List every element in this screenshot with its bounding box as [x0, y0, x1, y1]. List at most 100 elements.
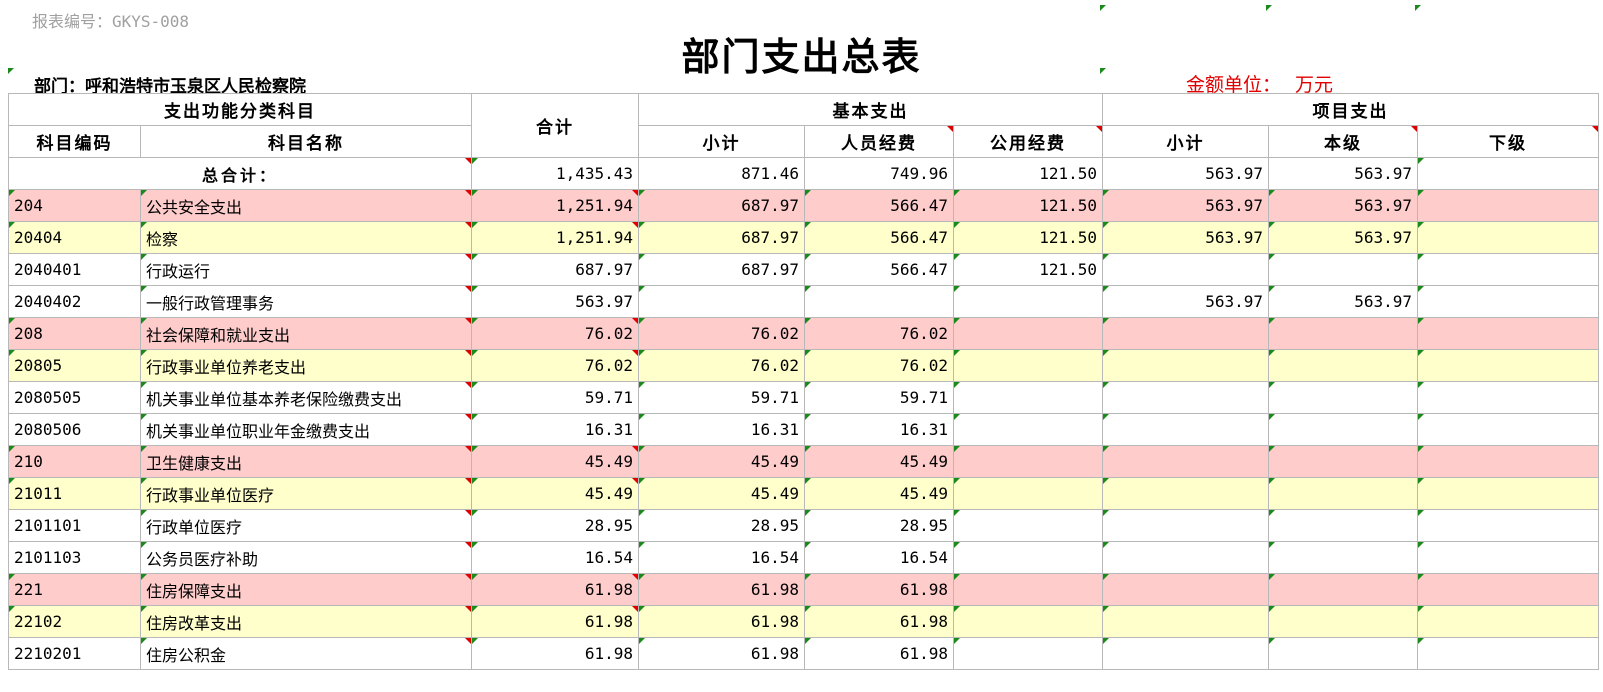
cell-basic-subtotal[interactable]: 687.97 — [638, 221, 805, 254]
cell-public[interactable]: 121.50 — [953, 253, 1103, 286]
cell-public[interactable] — [953, 445, 1103, 478]
total-cell-lower-level[interactable] — [1417, 157, 1599, 190]
cell-basic-subtotal[interactable]: 687.97 — [638, 253, 805, 286]
cell-same-level[interactable]: 563.97 — [1268, 189, 1418, 222]
cell-project-subtotal[interactable] — [1102, 541, 1269, 574]
cell-code[interactable]: 20404 — [8, 221, 141, 254]
cell-public[interactable] — [953, 285, 1103, 318]
cell-basic-subtotal[interactable]: 76.02 — [638, 317, 805, 350]
cell-lower-level[interactable] — [1417, 637, 1599, 670]
cell-project-subtotal[interactable] — [1102, 349, 1269, 382]
cell-same-level[interactable]: 563.97 — [1268, 285, 1418, 318]
cell-total[interactable]: 61.98 — [471, 573, 639, 606]
cell-lower-level[interactable] — [1417, 381, 1599, 414]
cell-public[interactable] — [953, 605, 1103, 638]
cell-personnel[interactable]: 61.98 — [804, 605, 954, 638]
cell-basic-subtotal[interactable]: 45.49 — [638, 477, 805, 510]
cell-name[interactable]: 行政事业单位养老支出 — [140, 349, 472, 382]
cell-public[interactable] — [953, 381, 1103, 414]
total-label[interactable]: 总合计： — [8, 157, 472, 190]
cell-name[interactable]: 卫生健康支出 — [140, 445, 472, 478]
cell-basic-subtotal[interactable]: 28.95 — [638, 509, 805, 542]
cell-project-subtotal[interactable] — [1102, 253, 1269, 286]
cell-basic-subtotal[interactable]: 16.31 — [638, 413, 805, 446]
cell-same-level[interactable] — [1268, 605, 1418, 638]
cell-code[interactable]: 208 — [8, 317, 141, 350]
cell-name[interactable]: 住房保障支出 — [140, 573, 472, 606]
cell-lower-level[interactable] — [1417, 253, 1599, 286]
cell-name[interactable]: 住房公积金 — [140, 637, 472, 670]
cell-public[interactable] — [953, 573, 1103, 606]
cell-public[interactable] — [953, 477, 1103, 510]
cell-personnel[interactable]: 16.31 — [804, 413, 954, 446]
cell-total[interactable]: 28.95 — [471, 509, 639, 542]
cell-total[interactable]: 563.97 — [471, 285, 639, 318]
cell-personnel[interactable]: 566.47 — [804, 221, 954, 254]
cell-total[interactable]: 76.02 — [471, 317, 639, 350]
cell-project-subtotal[interactable] — [1102, 445, 1269, 478]
cell-public[interactable] — [953, 349, 1103, 382]
cell-name[interactable]: 行政事业单位医疗 — [140, 477, 472, 510]
cell-total[interactable]: 59.71 — [471, 381, 639, 414]
cell-name[interactable]: 公共安全支出 — [140, 189, 472, 222]
cell-total[interactable]: 61.98 — [471, 637, 639, 670]
cell-basic-subtotal[interactable]: 59.71 — [638, 381, 805, 414]
cell-name[interactable]: 一般行政管理事务 — [140, 285, 472, 318]
cell-same-level[interactable] — [1268, 573, 1418, 606]
cell-same-level[interactable] — [1268, 253, 1418, 286]
cell-name[interactable]: 机关事业单位基本养老保险缴费支出 — [140, 381, 472, 414]
cell-lower-level[interactable] — [1417, 317, 1599, 350]
cell-public[interactable] — [953, 541, 1103, 574]
cell-lower-level[interactable] — [1417, 445, 1599, 478]
cell-lower-level[interactable] — [1417, 221, 1599, 254]
total-cell-project-subtotal[interactable]: 563.97 — [1102, 157, 1269, 190]
total-cell-same-level[interactable]: 563.97 — [1268, 157, 1418, 190]
cell-personnel[interactable]: 59.71 — [804, 381, 954, 414]
cell-personnel[interactable]: 45.49 — [804, 445, 954, 478]
cell-code[interactable]: 2101103 — [8, 541, 141, 574]
cell-code[interactable]: 210 — [8, 445, 141, 478]
cell-same-level[interactable] — [1268, 477, 1418, 510]
cell-public[interactable]: 121.50 — [953, 221, 1103, 254]
cell-public[interactable] — [953, 413, 1103, 446]
cell-total[interactable]: 45.49 — [471, 445, 639, 478]
total-cell-public[interactable]: 121.50 — [953, 157, 1103, 190]
cell-basic-subtotal[interactable]: 687.97 — [638, 189, 805, 222]
total-cell-basic-subtotal[interactable]: 871.46 — [638, 157, 805, 190]
cell-personnel[interactable]: 76.02 — [804, 349, 954, 382]
cell-same-level[interactable] — [1268, 349, 1418, 382]
cell-public[interactable]: 121.50 — [953, 189, 1103, 222]
cell-code[interactable]: 2040401 — [8, 253, 141, 286]
cell-basic-subtotal[interactable]: 16.54 — [638, 541, 805, 574]
cell-same-level[interactable] — [1268, 381, 1418, 414]
cell-project-subtotal[interactable] — [1102, 381, 1269, 414]
cell-project-subtotal[interactable] — [1102, 477, 1269, 510]
cell-total[interactable]: 61.98 — [471, 605, 639, 638]
cell-name[interactable]: 社会保障和就业支出 — [140, 317, 472, 350]
cell-lower-level[interactable] — [1417, 477, 1599, 510]
cell-personnel[interactable]: 566.47 — [804, 253, 954, 286]
cell-code[interactable]: 2040402 — [8, 285, 141, 318]
cell-code[interactable]: 21011 — [8, 477, 141, 510]
cell-project-subtotal[interactable] — [1102, 509, 1269, 542]
cell-code[interactable]: 204 — [8, 189, 141, 222]
cell-public[interactable] — [953, 509, 1103, 542]
cell-code[interactable]: 22102 — [8, 605, 141, 638]
cell-lower-level[interactable] — [1417, 189, 1599, 222]
cell-project-subtotal[interactable]: 563.97 — [1102, 189, 1269, 222]
cell-lower-level[interactable] — [1417, 541, 1599, 574]
total-cell-personnel[interactable]: 749.96 — [804, 157, 954, 190]
cell-personnel[interactable]: 16.54 — [804, 541, 954, 574]
cell-personnel[interactable]: 45.49 — [804, 477, 954, 510]
cell-basic-subtotal[interactable]: 76.02 — [638, 349, 805, 382]
cell-personnel[interactable]: 61.98 — [804, 573, 954, 606]
cell-same-level[interactable] — [1268, 637, 1418, 670]
cell-project-subtotal[interactable]: 563.97 — [1102, 285, 1269, 318]
cell-name[interactable]: 公务员医疗补助 — [140, 541, 472, 574]
cell-code[interactable]: 2080506 — [8, 413, 141, 446]
cell-basic-subtotal[interactable]: 61.98 — [638, 605, 805, 638]
total-cell-total[interactable]: 1,435.43 — [471, 157, 639, 190]
cell-personnel[interactable]: 76.02 — [804, 317, 954, 350]
cell-lower-level[interactable] — [1417, 605, 1599, 638]
cell-same-level[interactable] — [1268, 413, 1418, 446]
